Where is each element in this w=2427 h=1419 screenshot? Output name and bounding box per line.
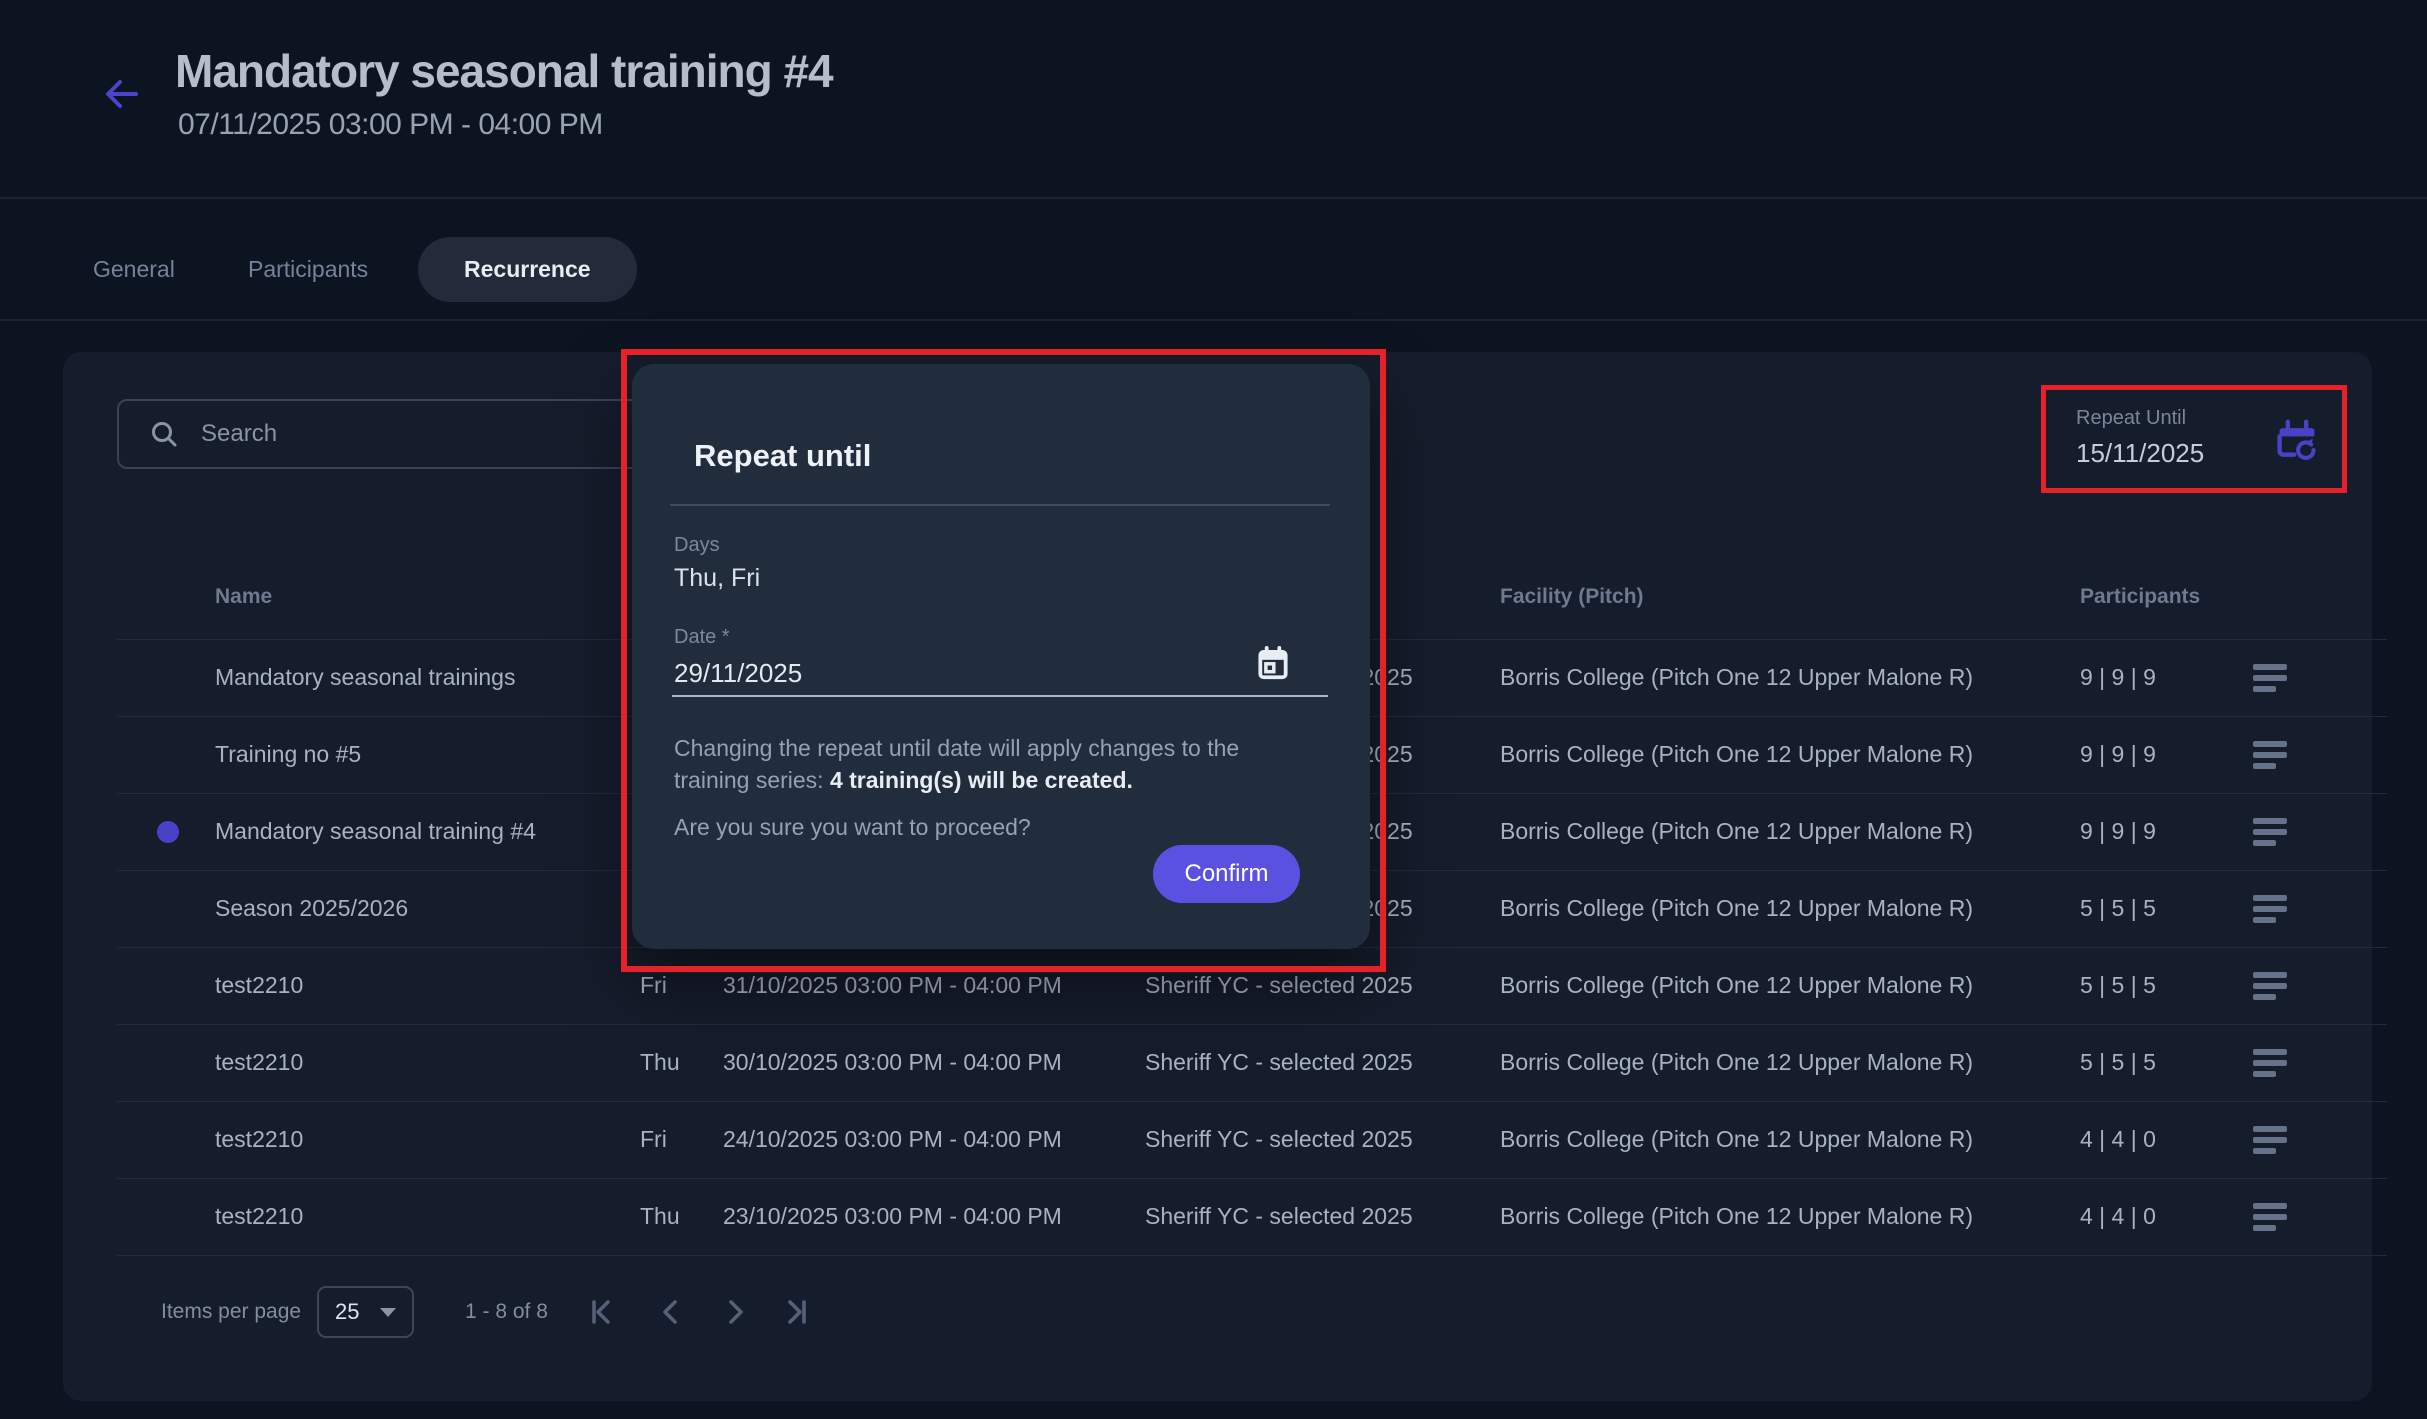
column-header-name[interactable]: Name [215, 577, 272, 617]
items-per-page-select[interactable]: 25 [317, 1286, 414, 1338]
cell-facility: Borris College (Pitch One 12 Upper Malon… [1500, 1024, 1973, 1101]
cell-facility: Borris College (Pitch One 12 Upper Malon… [1500, 1101, 1973, 1178]
tab-general[interactable]: General [93, 237, 175, 302]
dialog-message: Changing the repeat until date will appl… [674, 732, 1322, 796]
date-label: Date * [674, 626, 730, 649]
cell-facility: Borris College (Pitch One 12 Upper Malon… [1500, 947, 1973, 1024]
selected-row-dot [157, 821, 179, 843]
cell-day: Thu [640, 1178, 680, 1255]
row-menu-icon[interactable] [2253, 1046, 2289, 1080]
cell-participants: 5 | 5 | 5 [2080, 870, 2156, 947]
cell-datetime: 24/10/2025 03:00 PM - 04:00 PM [723, 1101, 1062, 1178]
cell-name: Season 2025/2026 [215, 870, 408, 947]
cell-name: test2210 [215, 1178, 303, 1255]
first-page-button[interactable] [581, 1294, 621, 1330]
table-row[interactable]: test2210 Fri 24/10/2025 03:00 PM - 04:00… [63, 1101, 2372, 1178]
confirm-button[interactable]: Confirm [1153, 845, 1300, 903]
cell-participants: 9 | 9 | 9 [2080, 639, 2156, 716]
cell-season: Sheriff YC - selected 2025 [1145, 1024, 1413, 1101]
row-menu-icon[interactable] [2253, 1123, 2289, 1157]
cell-name: Mandatory seasonal training #4 [215, 793, 536, 870]
cell-datetime: 31/10/2025 03:00 PM - 04:00 PM [723, 947, 1062, 1024]
cell-participants: 4 | 4 | 0 [2080, 1101, 2156, 1178]
cell-facility: Borris College (Pitch One 12 Upper Malon… [1500, 716, 1973, 793]
row-menu-icon[interactable] [2253, 815, 2289, 849]
cell-name: test2210 [215, 1024, 303, 1101]
column-header-facility[interactable]: Facility (Pitch) [1500, 577, 1644, 617]
days-value: Thu, Fri [674, 564, 760, 593]
cell-datetime: 23/10/2025 03:00 PM - 04:00 PM [723, 1178, 1062, 1255]
cell-participants: 5 | 5 | 5 [2080, 947, 2156, 1024]
cell-facility: Borris College (Pitch One 12 Upper Malon… [1500, 793, 1973, 870]
calendar-repeat-icon[interactable] [2275, 418, 2319, 462]
arrow-left-icon [100, 74, 144, 114]
chevron-down-icon [380, 1308, 396, 1317]
message-line2: training series: [674, 767, 830, 793]
cell-facility: Borris College (Pitch One 12 Upper Malon… [1500, 639, 1973, 716]
row-menu-icon[interactable] [2253, 969, 2289, 1003]
items-per-page-value: 25 [335, 1299, 359, 1325]
cell-participants: 4 | 4 | 0 [2080, 1178, 2156, 1255]
table-row[interactable]: test2210 Thu 30/10/2025 03:00 PM - 04:00… [63, 1024, 2372, 1101]
date-input-underline [672, 695, 1328, 697]
tab-recurrence[interactable]: Recurrence [418, 237, 637, 302]
pagination-range: 1 - 8 of 8 [465, 1300, 548, 1324]
message-line1: Changing the repeat until date will appl… [674, 732, 1322, 764]
cell-name: test2210 [215, 947, 303, 1024]
row-menu-icon[interactable] [2253, 1200, 2289, 1234]
tabs-divider [0, 319, 2427, 321]
cell-name: Mandatory seasonal trainings [215, 639, 515, 716]
last-page-button[interactable] [777, 1294, 817, 1330]
row-menu-icon[interactable] [2253, 892, 2289, 926]
tab-participants[interactable]: Participants [248, 237, 368, 302]
cell-facility: Borris College (Pitch One 12 Upper Malon… [1500, 870, 1973, 947]
days-label: Days [674, 534, 720, 557]
table-divider [117, 1255, 2387, 1256]
cell-datetime: 30/10/2025 03:00 PM - 04:00 PM [723, 1024, 1062, 1101]
search-icon [149, 419, 179, 449]
cell-participants: 9 | 9 | 9 [2080, 793, 2156, 870]
cell-day: Thu [640, 1024, 680, 1101]
cell-participants: 9 | 9 | 9 [2080, 716, 2156, 793]
cell-participants: 5 | 5 | 5 [2080, 1024, 2156, 1101]
message-bold: 4 training(s) will be created. [830, 767, 1133, 793]
page-title: Mandatory seasonal training #4 [175, 44, 833, 98]
repeat-until-value[interactable]: 15/11/2025 [2076, 438, 2204, 469]
cell-name: Training no #5 [215, 716, 361, 793]
cell-season: Sheriff YC - selected 2025 [1145, 1101, 1413, 1178]
header-divider [0, 197, 2427, 199]
cell-season: Sheriff YC - selected 2025 [1145, 1178, 1413, 1255]
cell-season: Sheriff YC - selected 2025 [1145, 947, 1413, 1024]
items-per-page-label: Items per page [161, 1300, 301, 1324]
table-row[interactable]: test2210 Thu 23/10/2025 03:00 PM - 04:00… [63, 1178, 2372, 1255]
dialog-divider [670, 504, 1330, 506]
back-button[interactable] [100, 74, 144, 114]
cell-facility: Borris College (Pitch One 12 Upper Malon… [1500, 1178, 1973, 1255]
cell-day: Fri [640, 1101, 667, 1178]
cell-day: Fri [640, 947, 667, 1024]
repeat-until-dialog: Repeat until Days Thu, Fri Date * 29/11/… [632, 364, 1370, 949]
row-menu-icon[interactable] [2253, 661, 2289, 695]
calendar-icon[interactable] [1254, 644, 1292, 682]
next-page-button[interactable] [715, 1294, 755, 1330]
dialog-question: Are you sure you want to proceed? [674, 814, 1031, 841]
dialog-title: Repeat until [694, 438, 871, 474]
cell-name: test2210 [215, 1101, 303, 1178]
row-menu-icon[interactable] [2253, 738, 2289, 772]
repeat-until-label: Repeat Until [2076, 407, 2186, 430]
table-row[interactable]: test2210 Fri 31/10/2025 03:00 PM - 04:00… [63, 947, 2372, 1024]
previous-page-button[interactable] [651, 1294, 691, 1330]
page-subtitle: 07/11/2025 03:00 PM - 04:00 PM [178, 108, 603, 142]
column-header-participants[interactable]: Participants [2080, 577, 2200, 617]
date-input-value[interactable]: 29/11/2025 [674, 658, 802, 689]
